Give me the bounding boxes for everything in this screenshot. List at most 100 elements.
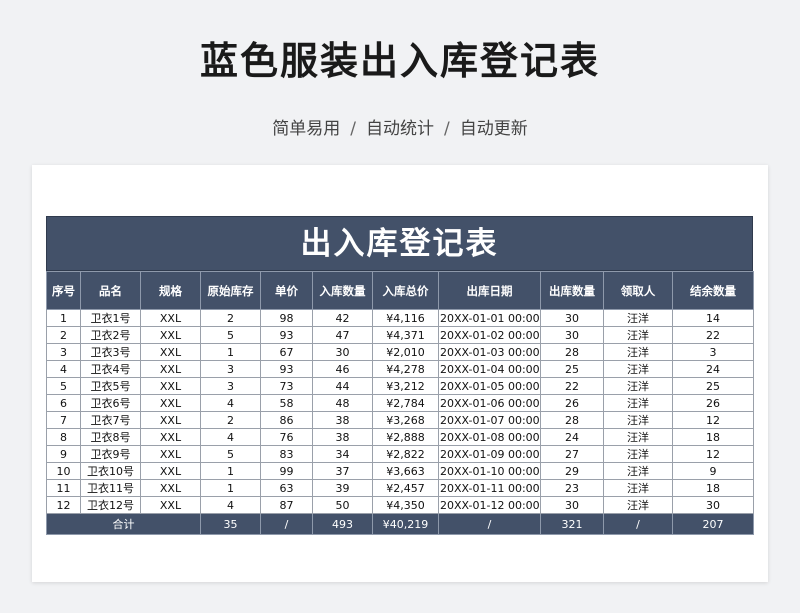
col-header-out-date[interactable]: 出库日期	[438, 271, 541, 310]
cell-name[interactable]: 卫衣12号	[80, 496, 141, 514]
cell-spec[interactable]: XXL	[140, 479, 201, 497]
cell-original-stock[interactable]: 1	[200, 479, 261, 497]
cell-in-qty[interactable]: 38	[312, 428, 373, 446]
col-header-spec[interactable]: 规格	[140, 271, 201, 310]
cell-spec[interactable]: XXL	[140, 360, 201, 378]
cell-receiver[interactable]: 汪洋	[603, 445, 673, 463]
cell-out-qty[interactable]: 27	[540, 445, 604, 463]
cell-spec[interactable]: XXL	[140, 394, 201, 412]
cell-receiver[interactable]: 汪洋	[603, 428, 673, 446]
cell-index[interactable]: 8	[46, 428, 81, 446]
col-header-receiver[interactable]: 领取人	[603, 271, 673, 310]
cell-balance[interactable]: 26	[672, 394, 754, 412]
cell-balance[interactable]: 30	[672, 496, 754, 514]
cell-original-stock[interactable]: 3	[200, 360, 261, 378]
cell-receiver[interactable]: 汪洋	[603, 462, 673, 480]
cell-index[interactable]: 9	[46, 445, 81, 463]
cell-spec[interactable]: XXL	[140, 445, 201, 463]
cell-out-date[interactable]: 20XX-01-04 00:00:00	[438, 360, 541, 378]
cell-balance[interactable]: 18	[672, 479, 754, 497]
cell-receiver[interactable]: 汪洋	[603, 394, 673, 412]
cell-receiver[interactable]: 汪洋	[603, 326, 673, 344]
total-out-qty[interactable]: 321	[540, 513, 604, 535]
col-header-original-stock[interactable]: 原始库存	[200, 271, 261, 310]
cell-name[interactable]: 卫衣2号	[80, 326, 141, 344]
cell-in-total[interactable]: ¥2,888	[372, 428, 439, 446]
cell-index[interactable]: 5	[46, 377, 81, 395]
cell-in-total[interactable]: ¥4,371	[372, 326, 439, 344]
total-original-stock[interactable]: 35	[200, 513, 261, 535]
cell-balance[interactable]: 18	[672, 428, 754, 446]
cell-out-date[interactable]: 20XX-01-03 00:00:00	[438, 343, 541, 361]
cell-in-qty[interactable]: 39	[312, 479, 373, 497]
cell-out-qty[interactable]: 26	[540, 394, 604, 412]
cell-in-total[interactable]: ¥4,116	[372, 309, 439, 327]
cell-original-stock[interactable]: 4	[200, 394, 261, 412]
total-in-qty[interactable]: 493	[312, 513, 373, 535]
cell-index[interactable]: 7	[46, 411, 81, 429]
cell-index[interactable]: 3	[46, 343, 81, 361]
total-receiver[interactable]: /	[603, 513, 673, 535]
cell-name[interactable]: 卫衣5号	[80, 377, 141, 395]
cell-balance[interactable]: 9	[672, 462, 754, 480]
cell-unit-price[interactable]: 98	[260, 309, 313, 327]
cell-receiver[interactable]: 汪洋	[603, 360, 673, 378]
cell-name[interactable]: 卫衣7号	[80, 411, 141, 429]
col-header-name[interactable]: 品名	[80, 271, 141, 310]
cell-out-date[interactable]: 20XX-01-12 00:00:00	[438, 496, 541, 514]
cell-out-qty[interactable]: 22	[540, 377, 604, 395]
cell-index[interactable]: 1	[46, 309, 81, 327]
cell-index[interactable]: 12	[46, 496, 81, 514]
cell-unit-price[interactable]: 83	[260, 445, 313, 463]
cell-unit-price[interactable]: 76	[260, 428, 313, 446]
cell-index[interactable]: 6	[46, 394, 81, 412]
cell-original-stock[interactable]: 1	[200, 343, 261, 361]
cell-name[interactable]: 卫衣1号	[80, 309, 141, 327]
cell-in-qty[interactable]: 42	[312, 309, 373, 327]
cell-unit-price[interactable]: 58	[260, 394, 313, 412]
cell-index[interactable]: 4	[46, 360, 81, 378]
col-header-in-total[interactable]: 入库总价	[372, 271, 439, 310]
cell-receiver[interactable]: 汪洋	[603, 343, 673, 361]
cell-out-qty[interactable]: 28	[540, 343, 604, 361]
cell-balance[interactable]: 14	[672, 309, 754, 327]
col-header-out-qty[interactable]: 出库数量	[540, 271, 604, 310]
cell-receiver[interactable]: 汪洋	[603, 496, 673, 514]
cell-spec[interactable]: XXL	[140, 462, 201, 480]
cell-spec[interactable]: XXL	[140, 326, 201, 344]
cell-in-total[interactable]: ¥3,663	[372, 462, 439, 480]
cell-unit-price[interactable]: 73	[260, 377, 313, 395]
cell-in-qty[interactable]: 34	[312, 445, 373, 463]
cell-index[interactable]: 10	[46, 462, 81, 480]
cell-original-stock[interactable]: 4	[200, 428, 261, 446]
cell-unit-price[interactable]: 93	[260, 360, 313, 378]
cell-in-qty[interactable]: 50	[312, 496, 373, 514]
cell-in-qty[interactable]: 47	[312, 326, 373, 344]
cell-name[interactable]: 卫衣8号	[80, 428, 141, 446]
cell-out-date[interactable]: 20XX-01-01 00:00:00	[438, 309, 541, 327]
cell-name[interactable]: 卫衣4号	[80, 360, 141, 378]
cell-name[interactable]: 卫衣6号	[80, 394, 141, 412]
cell-spec[interactable]: XXL	[140, 496, 201, 514]
cell-in-total[interactable]: ¥4,278	[372, 360, 439, 378]
cell-in-qty[interactable]: 44	[312, 377, 373, 395]
cell-out-date[interactable]: 20XX-01-07 00:00:00	[438, 411, 541, 429]
cell-index[interactable]: 11	[46, 479, 81, 497]
cell-balance[interactable]: 12	[672, 445, 754, 463]
cell-in-qty[interactable]: 38	[312, 411, 373, 429]
cell-in-total[interactable]: ¥3,268	[372, 411, 439, 429]
cell-out-qty[interactable]: 29	[540, 462, 604, 480]
total-balance[interactable]: 207	[672, 513, 754, 535]
cell-original-stock[interactable]: 2	[200, 309, 261, 327]
cell-out-qty[interactable]: 24	[540, 428, 604, 446]
cell-in-qty[interactable]: 37	[312, 462, 373, 480]
col-header-unit-price[interactable]: 单价	[260, 271, 313, 310]
cell-in-total[interactable]: ¥2,010	[372, 343, 439, 361]
cell-unit-price[interactable]: 93	[260, 326, 313, 344]
cell-receiver[interactable]: 汪洋	[603, 309, 673, 327]
cell-receiver[interactable]: 汪洋	[603, 411, 673, 429]
cell-balance[interactable]: 12	[672, 411, 754, 429]
cell-balance[interactable]: 24	[672, 360, 754, 378]
total-label[interactable]: 合计	[46, 513, 201, 535]
cell-in-total[interactable]: ¥4,350	[372, 496, 439, 514]
